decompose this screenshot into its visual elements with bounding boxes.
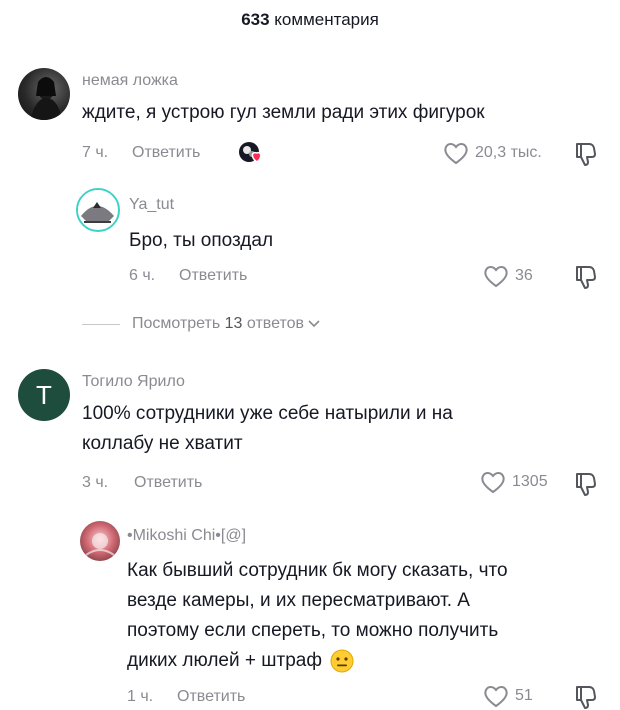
divider-line (82, 323, 120, 325)
dislike-button[interactable] (572, 264, 598, 295)
comment-username[interactable]: немая ложка (82, 72, 178, 90)
profile-photo-icon (85, 533, 115, 556)
chevron-down-icon (308, 320, 320, 328)
thumbs-down-icon (576, 686, 596, 709)
view-replies-label: Посмотреть (132, 315, 221, 332)
like-button[interactable]: 1305 (480, 470, 548, 494)
reply-button[interactable]: Ответить (177, 688, 245, 706)
comment-text-line: 100% сотрудники уже себе натырили и на (82, 403, 453, 424)
like-button[interactable]: 51 (483, 684, 533, 708)
heart-icon (444, 143, 468, 165)
dislike-button[interactable] (572, 141, 598, 172)
comment-text-line-wrap: диких люлей + штраф (127, 646, 354, 676)
avatar[interactable] (76, 188, 120, 232)
comment-time: 7 ч. (82, 144, 109, 161)
reply-button[interactable]: Ответить (132, 144, 200, 162)
comment-text-line: диких люлей + штраф (127, 650, 322, 671)
like-count: 51 (515, 687, 533, 704)
like-button[interactable]: 36 (483, 264, 533, 288)
reply-button[interactable]: Ответить (179, 267, 247, 285)
like-count: 1305 (512, 473, 548, 490)
comment-time: 6 ч. (129, 267, 156, 284)
thumbs-down-icon (576, 266, 596, 289)
comment-text-line: Как бывший сотрудник бк могу сказать, чт… (127, 560, 508, 581)
neutral-face-emoji-icon (330, 649, 354, 673)
creator-liked-badge (238, 140, 266, 166)
reply-button[interactable]: Ответить (134, 474, 202, 492)
avatar[interactable] (80, 521, 120, 561)
thumbs-down-icon (576, 143, 596, 166)
like-button[interactable]: 20,3 тыс. (443, 141, 542, 165)
profile-photo-icon (78, 190, 117, 229)
like-count: 36 (515, 267, 533, 284)
creator-liked-icon (239, 142, 262, 163)
dislike-button[interactable] (572, 684, 598, 710)
comment-text-line: поэтому если спереть, то можно получить (127, 620, 499, 641)
avatar-letter: T (36, 379, 52, 410)
profile-photo-icon (30, 77, 62, 120)
heart-icon (484, 266, 508, 288)
like-count: 20,3 тыс. (475, 144, 542, 161)
comment-text: ждите, я устрою гул земли ради этих фигу… (82, 102, 485, 123)
thumbs-down-icon (576, 473, 596, 496)
avatar[interactable] (18, 68, 70, 120)
heart-icon (484, 686, 508, 708)
comment-username[interactable]: Ya_tut (129, 196, 174, 214)
comments-header: 633 комментария (0, 10, 620, 30)
comment-count: 633 (241, 10, 270, 29)
comment-username[interactable]: •Mikoshi Chi•[@] (127, 527, 246, 545)
comment-count-label: комментария (274, 10, 379, 29)
comment-text-line: везде камеры, и их пересматривают. А (127, 590, 470, 611)
comment-text-line: коллабу не хватит (82, 433, 243, 454)
view-replies-count: 13 (224, 315, 243, 332)
comment-text: Бро, ты опоздал (129, 230, 274, 251)
dislike-button[interactable] (572, 471, 598, 502)
view-replies-button[interactable]: Посмотреть 13 ответов (82, 315, 320, 333)
heart-icon (481, 472, 505, 494)
view-replies-suffix: ответов (246, 315, 305, 332)
comment-username[interactable]: Тогило Ярило (82, 373, 185, 391)
avatar[interactable]: T (18, 369, 70, 421)
comment-time: 3 ч. (82, 474, 109, 491)
comment-time: 1 ч. (127, 688, 154, 705)
